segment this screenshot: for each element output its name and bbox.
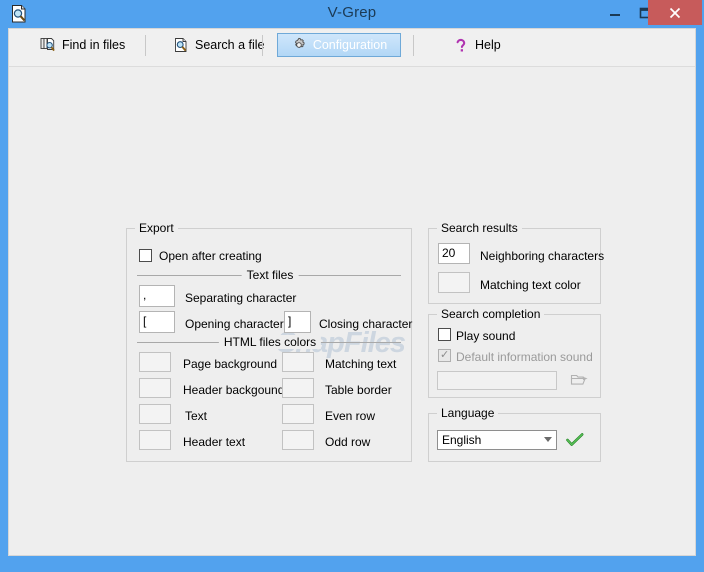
matching-text-color-label: Matching text color <box>480 278 581 292</box>
toolbar: Find in files Search a file Configuratio… <box>9 29 695 67</box>
even-row-label: Even row <box>325 409 376 423</box>
checkmark-icon: ✓ <box>440 349 450 361</box>
table-border-color-swatch[interactable] <box>282 378 314 398</box>
open-after-creating-label: Open after creating <box>159 249 262 263</box>
header-background-label: Header backgound <box>183 383 285 397</box>
toolbar-button-label: Find in files <box>62 38 126 52</box>
odd-row-color-swatch[interactable] <box>282 430 314 450</box>
header-text-color-swatch[interactable] <box>139 430 171 450</box>
matching-text-color-swatch-results[interactable] <box>438 272 470 293</box>
toolbar-button-configuration[interactable]: Configuration <box>277 33 401 57</box>
odd-row-label: Odd row <box>325 435 371 449</box>
export-group-title: Export <box>135 221 178 235</box>
toolbar-button-find-in-files[interactable]: Find in files <box>31 33 134 57</box>
open-after-creating-checkbox[interactable] <box>139 249 152 262</box>
toolbar-button-label: Help <box>475 38 501 52</box>
application-window: V-Grep Find in files Search a file Confi… <box>0 0 704 572</box>
toolbar-button-help[interactable]: Help <box>444 33 510 57</box>
open-folder-icon[interactable] <box>570 372 588 388</box>
table-border-label: Table border <box>325 383 392 397</box>
question-mark-icon <box>453 37 469 53</box>
matching-text-label: Matching text <box>325 357 397 371</box>
gear-icon <box>291 37 307 53</box>
play-sound-label: Play sound <box>456 329 516 343</box>
separating-character-label: Separating character <box>185 291 297 305</box>
default-information-sound-checkbox[interactable]: ✓ <box>438 349 451 362</box>
toolbar-separator <box>145 35 146 56</box>
search-results-group-title: Search results <box>437 221 522 235</box>
neighboring-characters-label: Neighboring characters <box>480 249 605 263</box>
header-background-color-swatch[interactable] <box>139 378 171 398</box>
toolbar-button-search-a-file[interactable]: Search a file <box>164 33 273 57</box>
even-row-color-swatch[interactable] <box>282 404 314 424</box>
client-area: Find in files Search a file Configuratio… <box>8 28 696 556</box>
toolbar-button-label: Configuration <box>312 38 388 52</box>
toolbar-separator <box>262 35 263 56</box>
html-colors-caption: HTML files colors <box>218 335 322 349</box>
files-search-icon <box>40 37 56 53</box>
title-bar: V-Grep <box>0 0 704 28</box>
page-background-label: Page background <box>183 357 278 371</box>
close-button[interactable] <box>648 0 702 25</box>
export-group: Export Open after creating Text files , … <box>126 221 413 462</box>
separating-character-input[interactable]: , <box>139 285 175 307</box>
matching-text-color-swatch[interactable] <box>282 352 314 372</box>
toolbar-separator <box>413 35 414 56</box>
green-check-icon[interactable] <box>565 430 585 450</box>
language-group-title: Language <box>437 406 499 420</box>
language-select-value: English <box>442 433 482 447</box>
header-text-label: Header text <box>183 435 246 449</box>
sound-file-path-input[interactable] <box>437 371 557 390</box>
closing-character-input[interactable]: ] <box>284 311 311 333</box>
text-color-label: Text <box>185 409 208 423</box>
play-sound-checkbox[interactable] <box>438 328 451 341</box>
text-files-caption: Text files <box>241 268 299 282</box>
page-background-color-swatch[interactable] <box>139 352 171 372</box>
default-information-sound-label: Default information sound <box>456 350 593 364</box>
minimize-button[interactable] <box>598 0 632 25</box>
opening-character-input[interactable]: [ <box>139 311 175 333</box>
closing-character-label: Closing character <box>319 317 413 331</box>
neighboring-characters-input[interactable]: 20 <box>438 243 470 264</box>
opening-character-label: Opening character <box>185 317 284 331</box>
search-results-group: Search results 20 Neighboring characters… <box>428 221 605 304</box>
search-completion-group-title: Search completion <box>437 307 545 321</box>
text-color-swatch[interactable] <box>139 404 171 424</box>
document-search-icon <box>173 37 189 53</box>
language-select[interactable]: English <box>437 430 557 450</box>
chevron-down-icon <box>544 437 552 442</box>
toolbar-button-label: Search a file <box>195 38 265 52</box>
